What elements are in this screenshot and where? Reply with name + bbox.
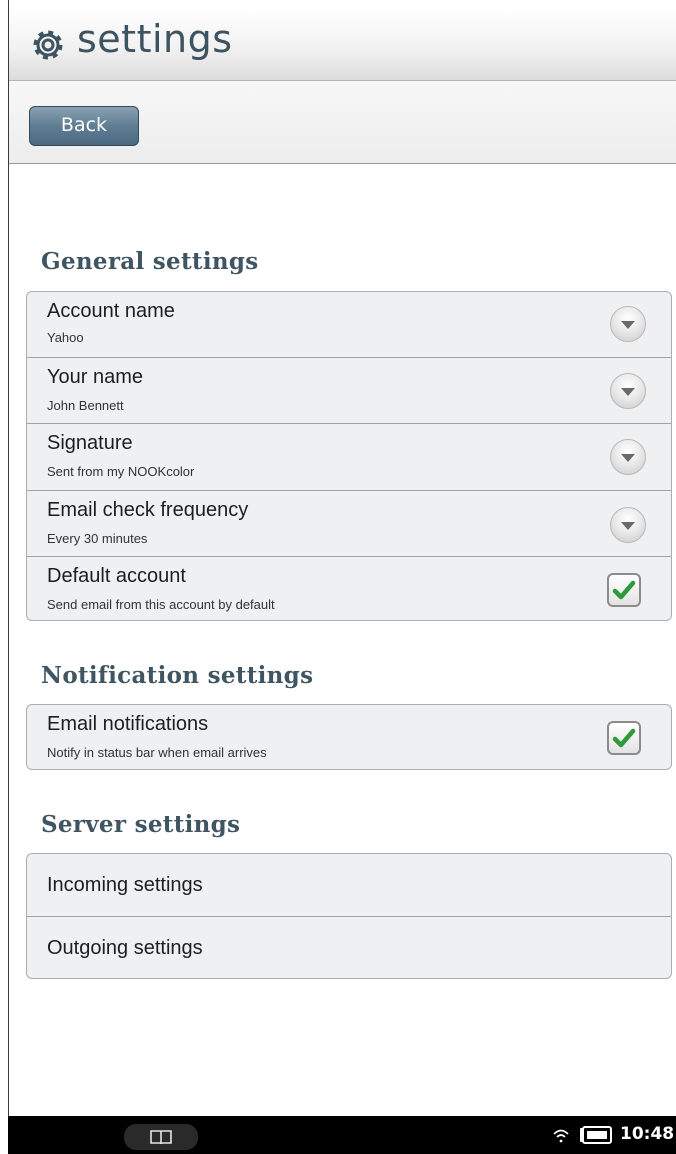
wifi-icon <box>553 1129 569 1143</box>
toolbar: Back <box>9 81 676 164</box>
row-subtitle: Every 30 minutes <box>47 531 148 546</box>
row-title: Incoming settings <box>47 874 203 896</box>
page-title: settings <box>77 17 233 61</box>
row-subtitle: Sent from my NOOKcolor <box>47 464 195 479</box>
incoming-settings-row[interactable]: Incoming settings <box>27 854 671 916</box>
window-edge <box>8 0 9 1116</box>
general-settings-group: Account name Yahoo Your name John Bennet… <box>26 291 672 621</box>
row-subtitle: Send email from this account by default <box>47 597 275 612</box>
dropdown-button[interactable] <box>610 373 646 409</box>
email-notifications-checkbox[interactable] <box>607 721 641 755</box>
row-title: Email check frequency <box>47 499 249 521</box>
row-title: Signature <box>47 432 133 454</box>
checkmark-icon <box>612 728 636 748</box>
chevron-down-icon <box>621 522 635 530</box>
chevron-down-icon <box>621 388 635 396</box>
outgoing-settings-row[interactable]: Outgoing settings <box>27 916 671 978</box>
row-subtitle: Yahoo <box>47 330 84 345</box>
email-check-frequency-row[interactable]: Email check frequency Every 30 minutes <box>27 490 671 556</box>
notification-settings-heading: Notification settings <box>41 662 314 689</box>
status-icons <box>553 1126 612 1144</box>
row-title: Outgoing settings <box>47 937 203 959</box>
chevron-down-icon <box>621 321 635 329</box>
row-subtitle: Notify in status bar when email arrives <box>47 745 267 760</box>
system-bar: 10:48 PM <box>8 1116 676 1154</box>
gear-icon <box>33 30 63 60</box>
dropdown-button[interactable] <box>610 507 646 543</box>
default-account-checkbox[interactable] <box>607 573 641 607</box>
server-settings-heading: Server settings <box>41 811 241 838</box>
title-bar: settings <box>9 8 676 81</box>
back-button[interactable]: Back <box>29 106 139 146</box>
email-notifications-row[interactable]: Email notifications Notify in status bar… <box>27 705 671 769</box>
book-icon <box>150 1130 172 1145</box>
library-button[interactable] <box>124 1124 198 1150</box>
dropdown-button[interactable] <box>610 306 646 342</box>
signature-row[interactable]: Signature Sent from my NOOKcolor <box>27 423 671 490</box>
row-title: Default account <box>47 565 186 587</box>
battery-icon <box>580 1126 612 1144</box>
your-name-row[interactable]: Your name John Bennett <box>27 357 671 423</box>
default-account-row[interactable]: Default account Send email from this acc… <box>27 556 671 620</box>
status-time: 10:48 PM <box>620 1124 676 1144</box>
clock-time: 10:48 <box>620 1124 675 1144</box>
account-name-row[interactable]: Account name Yahoo <box>27 292 671 357</box>
row-subtitle: John Bennett <box>47 398 124 413</box>
notification-settings-group: Email notifications Notify in status bar… <box>26 704 672 770</box>
dropdown-button[interactable] <box>610 439 646 475</box>
checkmark-icon <box>612 580 636 600</box>
general-settings-heading: General settings <box>41 248 259 275</box>
chevron-down-icon <box>621 454 635 462</box>
server-settings-group: Incoming settings Outgoing settings <box>26 853 672 979</box>
row-title: Account name <box>47 300 175 322</box>
row-title: Email notifications <box>47 713 209 735</box>
row-title: Your name <box>47 366 143 388</box>
